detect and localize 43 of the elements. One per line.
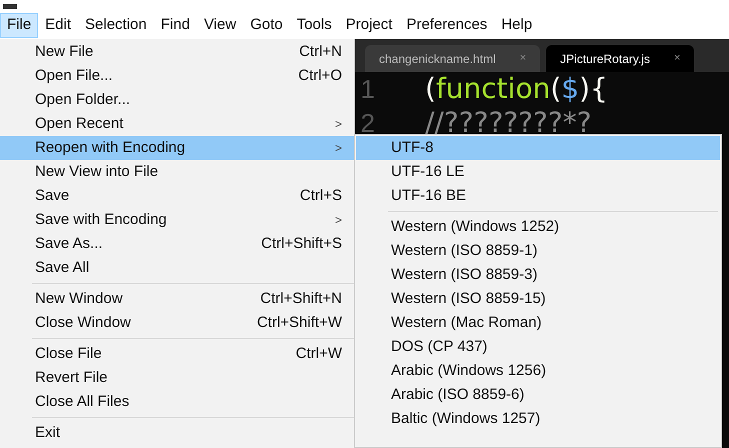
menu-item[interactable]: Save Ctrl+S <box>0 184 354 208</box>
menu-button[interactable]: Goto <box>243 13 290 38</box>
menu-item[interactable]: Save As... Ctrl+Shift+S <box>0 232 354 256</box>
menu-item[interactable]: Open Recent > <box>0 112 354 136</box>
menu-button[interactable]: Project <box>338 13 400 38</box>
menu-button[interactable]: View <box>196 13 244 38</box>
menu-item[interactable]: New File Ctrl+N <box>0 40 354 64</box>
menu-item[interactable]: Close All Files <box>0 390 354 414</box>
menu-item[interactable]: UTF-16 LE <box>356 160 720 184</box>
menu-item[interactable]: UTF-8 <box>356 136 720 160</box>
menu-item[interactable]: New View into File <box>0 160 354 184</box>
menu-item[interactable]: Western (ISO 8859-15) <box>356 287 720 311</box>
menu-button[interactable]: Find <box>154 13 197 38</box>
menu-button[interactable]: Edit <box>38 13 78 38</box>
menu-button[interactable]: Tools <box>290 13 339 38</box>
menu-item[interactable]: Close File Ctrl+W <box>0 342 354 366</box>
menu-item[interactable]: Arabic (ISO 8859-6) <box>356 383 720 407</box>
app-icon <box>3 4 17 9</box>
menu-item[interactable]: Close Window Ctrl+Shift+W <box>0 311 354 335</box>
menu-item[interactable]: Save with Encoding > <box>0 208 354 232</box>
editor-tab[interactable]: JPictureRotary.js × <box>546 45 694 72</box>
menu-item[interactable]: DOS (CP 437) <box>356 335 720 359</box>
code-line: (function($){ <box>425 72 609 106</box>
menu-item[interactable]: Western (Mac Roman) <box>356 311 720 335</box>
menu-item[interactable]: Baltic (Windows 1257) <box>356 407 720 431</box>
editor-tab[interactable]: changenickname.html × <box>365 45 540 72</box>
menu-button[interactable]: Selection <box>78 13 154 38</box>
menu-item[interactable]: Reopen with Encoding > <box>0 136 354 160</box>
menu-button[interactable]: Help <box>494 13 540 38</box>
menu-item[interactable]: Arabic (Windows 1256) <box>356 359 720 383</box>
menu-button[interactable]: Preferences <box>399 13 494 38</box>
menu-item[interactable]: Western (ISO 8859-1) <box>356 239 720 263</box>
menu-item[interactable]: Exit <box>0 421 354 445</box>
menu-item[interactable]: Revert File <box>0 366 354 390</box>
menu-item[interactable]: Open File... Ctrl+O <box>0 64 354 88</box>
menu-item[interactable]: UTF-16 BE <box>356 184 720 208</box>
menu-item[interactable]: Open Folder... <box>0 88 354 112</box>
menu-item[interactable]: Save All <box>0 256 354 280</box>
menu-item[interactable]: New Window Ctrl+Shift+N <box>0 287 354 311</box>
menu-item[interactable]: Western (ISO 8859-3) <box>356 263 720 287</box>
menu-button[interactable]: File <box>0 13 38 38</box>
line-number: 1 <box>360 73 375 106</box>
menu-item[interactable]: Western (Windows 1252) <box>356 215 720 239</box>
